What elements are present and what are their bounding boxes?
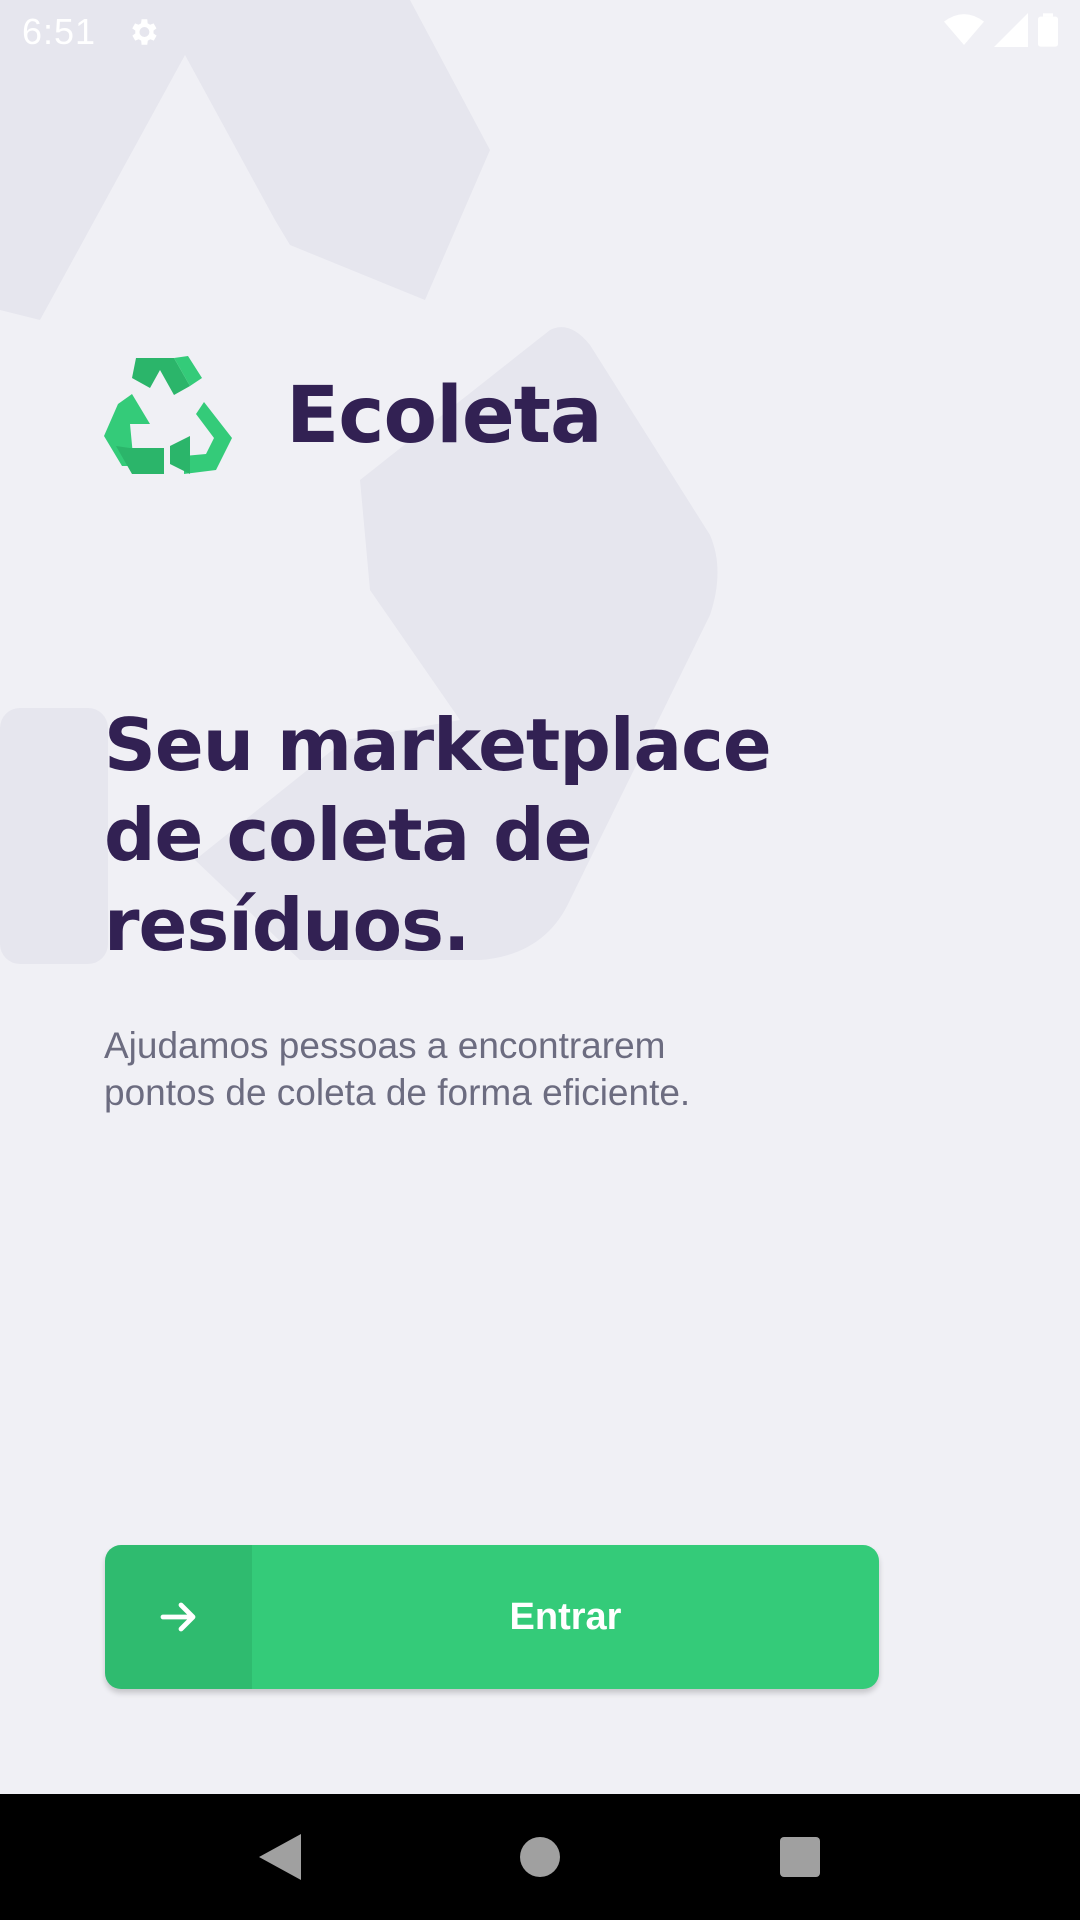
status-indicators	[944, 12, 1058, 51]
signal-icon	[994, 12, 1028, 51]
arrow-right-icon	[160, 1602, 195, 1632]
recycle-icon	[104, 356, 232, 474]
wifi-icon	[944, 13, 984, 51]
back-icon[interactable]	[250, 1827, 310, 1887]
home-icon[interactable]	[510, 1827, 570, 1887]
enter-button-label: Entrar	[509, 1595, 622, 1638]
headline-line: de coleta de	[104, 793, 593, 877]
enter-icon-box	[105, 1545, 252, 1689]
recents-icon[interactable]	[770, 1827, 830, 1887]
page-subtitle: Ajudamos pessoas a encontrarem pontos de…	[104, 1025, 691, 1113]
app-logo: Ecoleta	[104, 356, 603, 476]
enter-button[interactable]: Entrar	[105, 1545, 879, 1689]
status-time: 6:51	[22, 10, 97, 52]
navigation-bar	[0, 1794, 1080, 1920]
page-title: Seu marketplace de coleta de resíduos.	[104, 700, 864, 970]
headline-line: Seu marketplace	[104, 703, 772, 787]
headline-line: resíduos.	[104, 883, 470, 967]
battery-icon	[1038, 12, 1058, 51]
status-bar: 6:51	[0, 0, 1080, 63]
welcome-screen: 6:51 Ecoleta Seu marketplace de coleta d…	[0, 0, 1080, 1920]
app-name: Ecoleta	[286, 371, 603, 461]
gear-icon	[126, 15, 160, 49]
